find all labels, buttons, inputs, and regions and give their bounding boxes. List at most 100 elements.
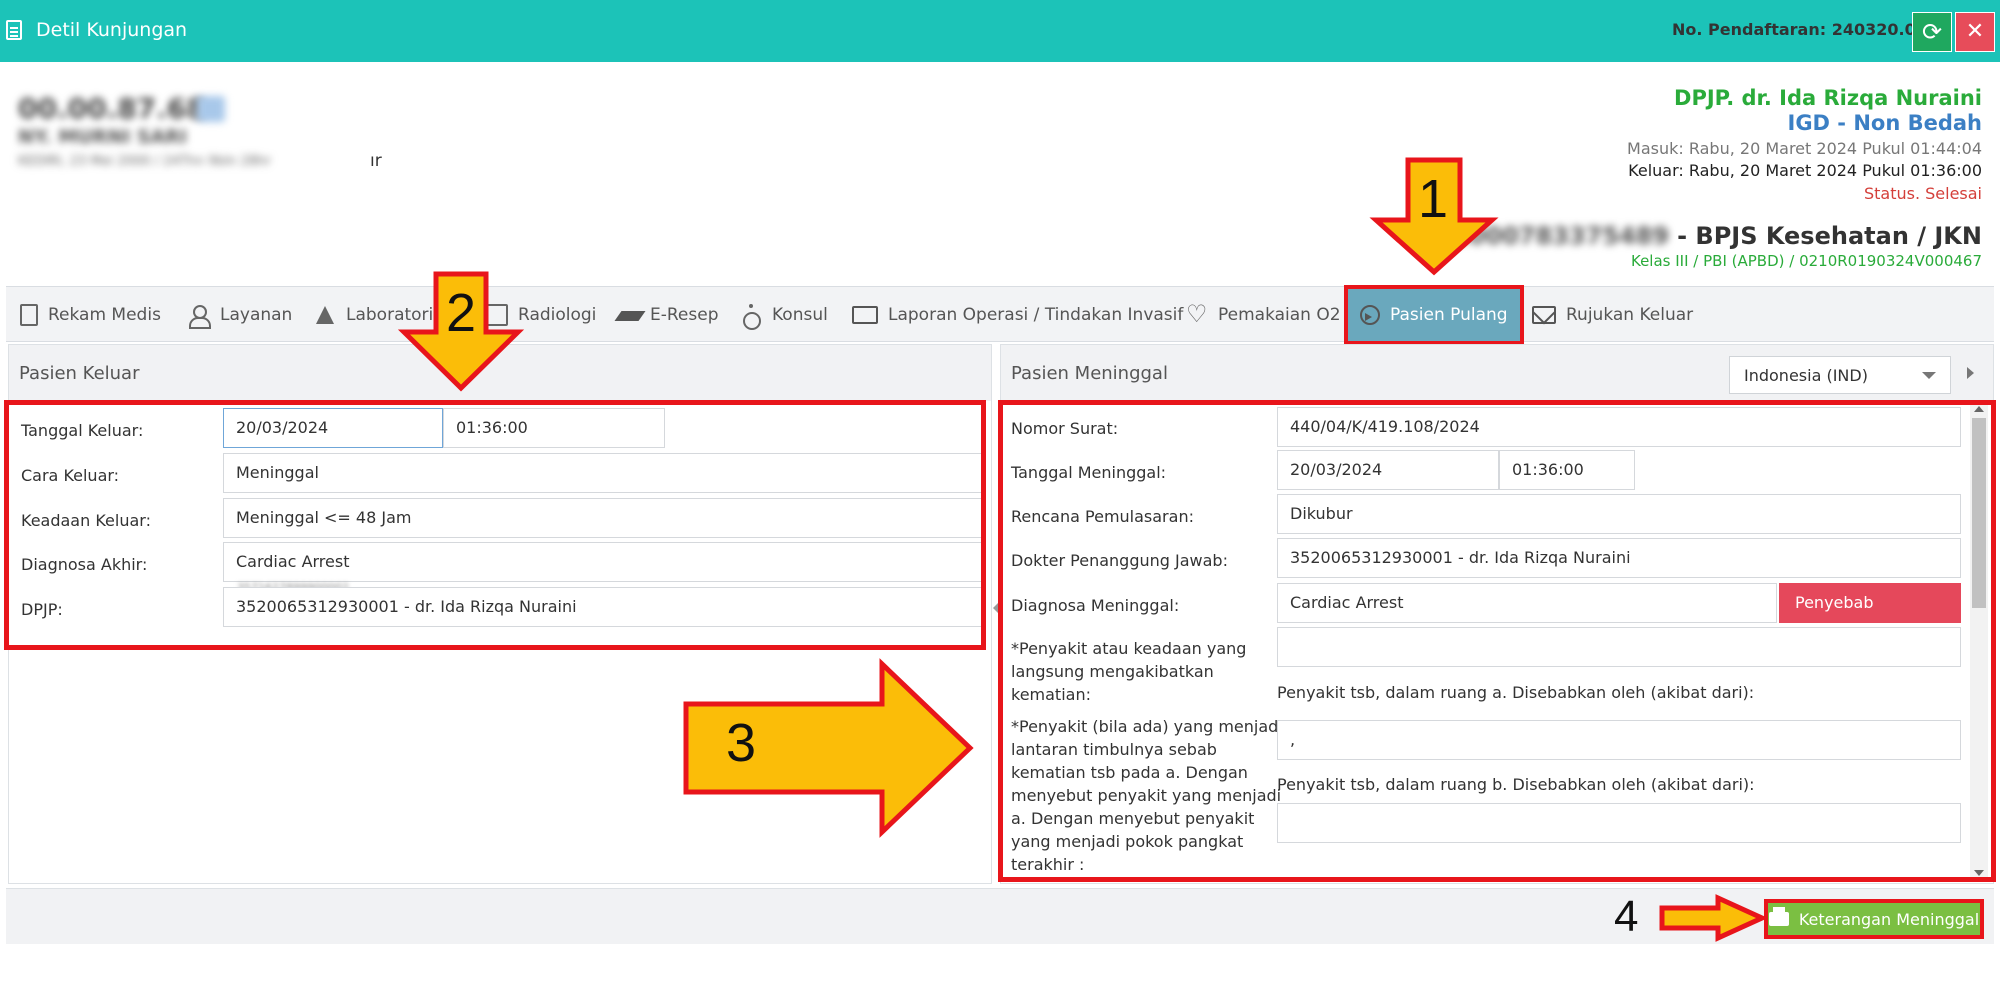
tab-e-resep[interactable]: E-Resep <box>618 287 719 343</box>
callout-4: 4 <box>1614 892 1639 941</box>
keluar-time: Keluar: Rabu, 20 Maret 2024 Pukul 01:36:… <box>1628 161 1982 180</box>
tab-pasien-pulang[interactable]: Pasien Pulang <box>1344 285 1524 345</box>
tab-label: Konsul <box>772 305 828 325</box>
tanggal-meninggal-label: Tanggal Meninggal: <box>1011 463 1167 482</box>
rencana-pemulasaran-label: Rencana Pemulasaran: <box>1011 507 1194 526</box>
doctor-icon <box>188 304 211 329</box>
keadaan-keluar-label: Keadaan Keluar: <box>21 511 151 530</box>
close-icon: ✕ <box>1965 19 1985 44</box>
dokter-penanggung-jawab-label: Dokter Penanggung Jawab: <box>1011 551 1228 570</box>
penyakit-a-help: Penyakit tsb, dalam ruang a. Disebabkan … <box>1277 683 1755 702</box>
keadaan-keluar-select[interactable]: Meninggal <= 48 Jam <box>223 498 983 538</box>
dpjp-select[interactable]: 3520065312930001 - dr. Ida Rizqa Nuraini <box>223 587 983 627</box>
penyakit-a-input[interactable] <box>1277 627 1961 667</box>
insurance-number: 0000783375489 <box>1451 222 1670 250</box>
window-title: Detil Kunjungan <box>36 19 188 41</box>
language-select[interactable]: Indonesia (IND) <box>1729 356 1951 394</box>
tab-pemakaian-o2[interactable]: ♡ Pemakaian O2 <box>1186 287 1341 343</box>
id-card-icon <box>197 96 225 122</box>
tab-label: E-Resep <box>650 305 719 325</box>
heart-icon: ♡ <box>1186 300 1208 328</box>
tab-rekam-medis[interactable]: Rekam Medis <box>20 287 161 343</box>
penyakit-b-label: *Penyakit (bila ada) yang menjadi lantar… <box>1011 715 1283 876</box>
patient-name: NY. MURNI SARI <box>18 126 187 148</box>
file-icon <box>20 304 38 326</box>
label-line: langsung mengakibatkan <box>1011 662 1214 681</box>
penyakit-b-help: Penyakit tsb, dalam ruang b. Disebabkan … <box>1277 775 1755 794</box>
penyakit-a-label: *Penyakit atau keadaan yang langsung men… <box>1011 637 1246 706</box>
button-label: Keterangan Meninggal <box>1798 909 1980 929</box>
tab-label: Pemakaian O2 <box>1218 305 1341 325</box>
wheelchair-icon <box>740 304 762 330</box>
printer-icon <box>1768 907 1789 926</box>
diagnosa-akhir-input[interactable]: Cardiac Arrest <box>223 542 983 582</box>
tab-rujukan-keluar[interactable]: Rujukan Keluar <box>1532 287 1693 343</box>
panel-title: Pasien Keluar <box>19 363 140 384</box>
callout-1: 1 <box>1418 169 1449 229</box>
rencana-pemulasaran-select[interactable]: Dikubur <box>1277 494 1961 534</box>
callout-2: 2 <box>446 283 477 343</box>
refresh-button[interactable]: ⟳ <box>1912 12 1952 52</box>
patient-id: 00.00.87.68 <box>18 92 206 125</box>
tanggal-meninggal-input[interactable]: 20/03/2024 <box>1277 450 1499 490</box>
panel-title: Pasien Meninggal <box>1011 363 1168 384</box>
tab-label: Layanan <box>220 305 293 325</box>
patient-details-tail: ır <box>370 151 382 171</box>
tab-label: Radiologi <box>518 305 597 325</box>
tab-konsul[interactable]: Konsul <box>740 287 828 343</box>
eraser-icon <box>618 304 640 326</box>
tab-label: Laporan Operasi / Tindakan Invasif <box>888 305 1184 325</box>
xray-icon <box>486 304 508 326</box>
flask-icon <box>314 304 336 326</box>
scroll-thumb[interactable] <box>1972 418 1986 608</box>
cara-keluar-select[interactable]: Meninggal <box>223 453 983 493</box>
keterangan-meninggal-button[interactable]: Keterangan Meninggal <box>1764 899 1984 939</box>
tab-layanan[interactable]: Layanan <box>188 287 292 343</box>
scroll-up-icon[interactable] <box>1974 406 1984 412</box>
insurance-line: 0000783375489- BPJS Kesehatan / JKN <box>1452 222 1982 250</box>
tanggal-keluar-input[interactable]: 20/03/2024 <box>223 408 443 448</box>
dokter-penanggung-jawab-select[interactable]: 3520065312930001 - dr. Ida Rizqa Nuraini <box>1277 538 1961 578</box>
label-line: a. Dengan menyebut penyakit <box>1011 809 1255 828</box>
tanggal-keluar-label: Tanggal Keluar: <box>21 421 144 440</box>
tab-label: Laboratorium <box>346 305 461 325</box>
penyebab-kematian-button[interactable]: Penyebab Kematian <box>1779 583 1961 652</box>
cara-keluar-label: Cara Keluar: <box>21 466 120 485</box>
tab-laboratorium[interactable]: Laboratorium <box>314 287 461 343</box>
patient-details: KEDIRI, 23 Mei 2000 / 24Thn 9bln 28hr <box>18 154 271 169</box>
nomor-surat-input[interactable]: 440/04/K/419.108/2024 <box>1277 407 1961 447</box>
label-line: yang menjadi pokok pangkat <box>1011 832 1244 851</box>
registration-number: No. Pendaftaran: 240320.0003 <box>1672 20 1950 39</box>
penyakit-b-input[interactable]: , <box>1277 720 1961 760</box>
pasien-keluar-panel: Pasien Keluar Tanggal Keluar: 20/03/2024… <box>8 344 992 884</box>
kelas-info: Kelas III / PBI (APBD) / 0210R0190324V00… <box>1630 252 1982 270</box>
document-icon <box>6 20 22 40</box>
label-line: kematian tsb pada a. Dengan <box>1011 763 1248 782</box>
form-scrollbar[interactable] <box>1970 404 1988 878</box>
envelope-icon <box>1532 306 1556 324</box>
tab-radiologi[interactable]: Radiologi <box>486 287 596 343</box>
diagnosa-meninggal-input[interactable]: Cardiac Arrest <box>1277 583 1777 623</box>
penyakit-c-input[interactable] <box>1277 803 1961 843</box>
panel-header: Pasien Meninggal Indonesia (IND) <box>1001 345 1993 401</box>
panel-splitter[interactable] <box>992 590 1000 630</box>
tab-label: Rekam Medis <box>48 305 161 325</box>
tab-label: Pasien Pulang <box>1390 305 1508 325</box>
arrow-circle-icon <box>1360 305 1380 325</box>
dpjp-heading: DPJP. dr. Ida Rizqa Nuraini <box>1674 86 1982 110</box>
refresh-icon: ⟳ <box>1921 18 1943 46</box>
nomor-surat-label: Nomor Surat: <box>1011 419 1119 438</box>
insurance-name: - BPJS Kesehatan / JKN <box>1677 222 1982 250</box>
scroll-down-icon[interactable] <box>1974 870 1984 876</box>
close-button[interactable]: ✕ <box>1955 12 1995 52</box>
title-bar: Detil Kunjungan No. Pendaftaran: 240320.… <box>0 0 2000 62</box>
tab-bar: Rekam Medis Layanan Laboratorium Radiolo… <box>6 285 1994 345</box>
newspaper-icon <box>852 306 878 324</box>
jam-keluar-input[interactable]: 01:36:00 <box>443 408 665 448</box>
language-value: Indonesia (IND) <box>1744 366 1868 385</box>
chevron-right-icon[interactable] <box>1967 367 1974 379</box>
footer-bar <box>6 888 1994 944</box>
label-line: terakhir : <box>1011 855 1085 874</box>
tab-laporan-operasi[interactable]: Laporan Operasi / Tindakan Invasif <box>852 287 1183 343</box>
jam-meninggal-input[interactable]: 01:36:00 <box>1499 450 1635 490</box>
